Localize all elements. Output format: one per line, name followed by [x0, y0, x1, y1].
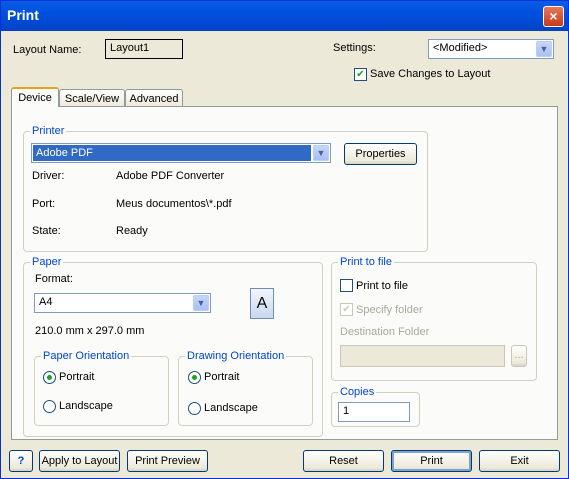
print-to-file-group-label: Print to file — [338, 256, 394, 268]
chevron-down-icon[interactable]: ▼ — [536, 41, 552, 57]
paper-orientation-label: Paper Orientation — [41, 350, 132, 362]
paper-portrait-label[interactable]: Portrait — [59, 371, 94, 383]
settings-value: <Modified> — [433, 42, 488, 54]
chevron-down-icon[interactable]: ▼ — [193, 295, 209, 311]
state-value: Ready — [116, 225, 148, 237]
tab-scale-view[interactable]: Scale/View — [59, 89, 125, 107]
drawing-orientation-label: Drawing Orientation — [185, 350, 287, 362]
save-changes-label[interactable]: Save Changes to Layout — [370, 68, 490, 80]
format-value: A4 — [39, 296, 53, 308]
printer-group-label: Printer — [30, 125, 67, 137]
drawing-landscape-radio[interactable] — [188, 402, 201, 415]
drawing-orientation-group — [178, 356, 313, 426]
format-label: Format: — [35, 273, 73, 285]
port-label: Port: — [32, 198, 56, 210]
paper-size-text: 210.0 mm x 297.0 mm — [35, 325, 145, 337]
tab-device-label: Device — [18, 92, 52, 104]
layout-name-label: Layout Name: — [13, 44, 82, 56]
paper-landscape-label[interactable]: Landscape — [59, 400, 113, 412]
copies-value: 1 — [343, 405, 350, 417]
print-to-file-label[interactable]: Print to file — [356, 280, 408, 292]
close-icon: × — [549, 8, 558, 24]
apply-to-layout-button[interactable]: Apply to Layout — [39, 450, 120, 472]
print-preview-button[interactable]: Print Preview — [127, 450, 208, 472]
format-select[interactable]: A4 ▼ — [34, 293, 211, 313]
copies-group-label: Copies — [338, 386, 377, 398]
printer-select[interactable]: Adobe PDF ▼ — [31, 143, 331, 163]
specify-folder-label: Specify folder — [356, 304, 423, 316]
chevron-down-icon[interactable]: ▼ — [313, 145, 329, 161]
driver-value: Adobe PDF Converter — [116, 170, 225, 182]
save-changes-checkbox[interactable]: ✔ — [354, 68, 367, 81]
copies-input[interactable]: 1 — [338, 402, 410, 422]
drawing-landscape-label[interactable]: Landscape — [204, 402, 258, 414]
print-to-file-checkbox[interactable] — [340, 279, 353, 292]
port-value: Meus documentos\*.pdf — [116, 198, 232, 210]
properties-button[interactable]: Properties — [344, 143, 417, 165]
settings-select[interactable]: <Modified> ▼ — [428, 39, 554, 59]
drawing-portrait-radio[interactable] — [188, 371, 201, 384]
paper-preview-icon: A — [250, 288, 274, 319]
paper-preview-glyph: A — [256, 295, 268, 312]
help-icon: ? — [17, 455, 25, 467]
help-button[interactable]: ? — [9, 450, 33, 472]
layout-name-value-box: Layout1 — [105, 39, 183, 59]
paper-portrait-radio[interactable] — [43, 371, 56, 384]
print-button[interactable]: Print — [391, 450, 472, 472]
browse-folder-button[interactable]: ... — [511, 345, 527, 367]
tab-scale-view-label: Scale/View — [64, 93, 120, 105]
reset-button[interactable]: Reset — [303, 450, 384, 472]
settings-label: Settings: — [333, 42, 376, 54]
print-dialog: Print × Layout Name: Layout1 Settings: <… — [0, 0, 569, 479]
tab-device[interactable]: Device — [11, 87, 59, 107]
paper-group-label: Paper — [30, 256, 64, 268]
close-button[interactable]: × — [543, 6, 564, 27]
window-title: Print — [7, 7, 39, 23]
drawing-portrait-label[interactable]: Portrait — [204, 371, 239, 383]
state-label: State: — [32, 225, 61, 237]
destination-folder-label: Destination Folder — [340, 326, 430, 338]
tab-advanced-label: Advanced — [129, 93, 179, 105]
layout-name-value: Layout1 — [110, 42, 150, 54]
tab-advanced[interactable]: Advanced — [125, 89, 183, 107]
paper-landscape-radio[interactable] — [43, 400, 56, 413]
printer-selected: Adobe PDF — [33, 145, 311, 161]
specify-folder-checkbox[interactable]: ✔ — [340, 303, 353, 316]
title-bar[interactable]: Print × — [1, 1, 568, 31]
paper-orientation-group — [34, 356, 169, 426]
driver-label: Driver: — [32, 170, 65, 182]
exit-button[interactable]: Exit — [479, 450, 560, 472]
destination-folder-input[interactable] — [340, 345, 505, 367]
